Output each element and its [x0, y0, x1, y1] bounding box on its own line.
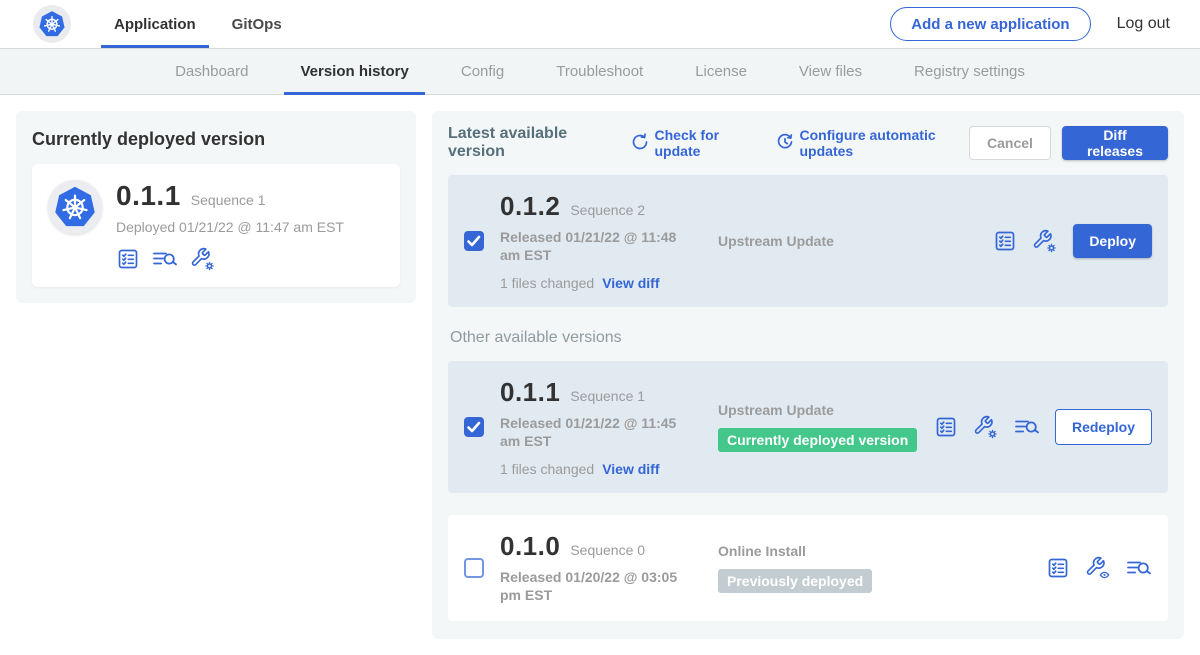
- sequence-label: Sequence 1: [570, 388, 645, 404]
- sequence-label: Sequence 2: [570, 202, 645, 218]
- deployed-version-card: 0.1.1 Sequence 1 Deployed 01/21/22 @ 11:…: [32, 164, 400, 287]
- version-number: 0.1.1: [500, 377, 560, 408]
- files-changed-label: 1 files changed: [500, 275, 594, 291]
- configure-automatic-updates-label: Configure automatic updates: [800, 127, 970, 159]
- redeploy-button[interactable]: Redeploy: [1055, 409, 1152, 445]
- edit-config-icon[interactable]: [190, 247, 216, 271]
- edit-config-icon[interactable]: [973, 415, 999, 439]
- tab-license[interactable]: License: [669, 49, 773, 94]
- tab-registry-settings-label: Registry settings: [914, 63, 1025, 80]
- version-history-page: Currently deployed version 0.1.1 Sequenc…: [0, 95, 1200, 655]
- nav-tab-application[interactable]: Application: [101, 0, 209, 48]
- add-new-application-button[interactable]: Add a new application: [890, 7, 1090, 41]
- tab-view-files[interactable]: View files: [773, 49, 888, 94]
- latest-version-header: Latest available version Check for updat…: [448, 125, 1168, 161]
- tab-version-history[interactable]: Version history: [274, 49, 434, 94]
- tab-troubleshoot-label: Troubleshoot: [556, 63, 643, 80]
- tab-config-label: Config: [461, 63, 504, 80]
- tab-dashboard-label: Dashboard: [175, 63, 248, 80]
- diff-releases-button[interactable]: Diff releases: [1062, 126, 1168, 160]
- latest-version-title: Latest available version: [448, 125, 609, 161]
- version-row-0-1-1: 0.1.1 Sequence 1 Released 01/21/22 @ 11:…: [448, 361, 1168, 493]
- view-diff-link[interactable]: View diff: [602, 275, 659, 291]
- kubernetes-logo: [33, 5, 71, 43]
- version-source-label: Online Install: [718, 543, 1046, 559]
- version-source-label: Upstream Update: [718, 402, 934, 418]
- tab-version-history-label: Version history: [300, 63, 408, 80]
- cancel-button[interactable]: Cancel: [969, 126, 1051, 160]
- version-select-checkbox[interactable]: [464, 231, 484, 251]
- tab-view-files-label: View files: [799, 63, 862, 80]
- other-versions-title: Other available versions: [450, 329, 1168, 347]
- nav-tab-application-label: Application: [114, 16, 196, 33]
- version-row-0-1-2: 0.1.2 Sequence 2 Released 01/21/22 @ 11:…: [448, 175, 1168, 307]
- sequence-label: Sequence 0: [570, 542, 645, 558]
- tab-license-label: License: [695, 63, 747, 80]
- preflight-checks-icon[interactable]: [1046, 556, 1070, 580]
- edit-config-icon[interactable]: [1032, 229, 1058, 253]
- tab-dashboard[interactable]: Dashboard: [149, 49, 274, 94]
- view-config-icon[interactable]: [1085, 556, 1111, 580]
- deploy-logs-icon[interactable]: [152, 247, 178, 271]
- released-timestamp: Released 01/21/22 @ 11:45 am EST: [500, 414, 700, 451]
- deployed-timestamp: Deployed 01/21/22 @ 11:47 am EST: [116, 219, 344, 235]
- check-for-update-label: Check for update: [655, 127, 754, 159]
- version-select-checkbox[interactable]: [464, 417, 484, 437]
- version-select-checkbox[interactable]: [464, 558, 484, 578]
- check-for-update-button[interactable]: Check for update: [631, 127, 754, 159]
- app-icon-kubernetes: [48, 180, 102, 234]
- currently-deployed-title: Currently deployed version: [32, 129, 400, 150]
- deploy-logs-icon[interactable]: [1014, 415, 1040, 439]
- tab-troubleshoot[interactable]: Troubleshoot: [530, 49, 669, 94]
- refresh-icon: [631, 133, 649, 154]
- configure-automatic-updates-button[interactable]: Configure automatic updates: [776, 127, 970, 159]
- currently-deployed-panel: Currently deployed version 0.1.1 Sequenc…: [16, 111, 416, 303]
- preflight-checks-icon[interactable]: [116, 247, 140, 271]
- deploy-logs-icon[interactable]: [1126, 556, 1152, 580]
- schedule-refresh-icon: [776, 133, 794, 154]
- preflight-checks-icon[interactable]: [993, 229, 1017, 253]
- version-number: 0.1.2: [500, 191, 560, 222]
- deploy-button[interactable]: Deploy: [1073, 224, 1152, 258]
- nav-tab-gitops-label: GitOps: [232, 16, 282, 33]
- deployed-version-number: 0.1.1: [116, 180, 181, 212]
- tab-config[interactable]: Config: [435, 49, 530, 94]
- deployed-sequence-label: Sequence 1: [191, 192, 266, 208]
- tab-registry-settings[interactable]: Registry settings: [888, 49, 1051, 94]
- version-number: 0.1.0: [500, 531, 560, 562]
- currently-deployed-badge: Currently deployed version: [718, 428, 917, 452]
- app-subnav: Dashboard Version history Config Trouble…: [0, 48, 1200, 95]
- files-changed-label: 1 files changed: [500, 461, 594, 477]
- logout-link[interactable]: Log out: [1117, 15, 1170, 33]
- released-timestamp: Released 01/20/22 @ 03:05 pm EST: [500, 568, 700, 605]
- available-versions-panel: Latest available version Check for updat…: [432, 111, 1184, 639]
- released-timestamp: Released 01/21/22 @ 11:48 am EST: [500, 228, 700, 265]
- nav-tab-gitops[interactable]: GitOps: [219, 0, 295, 48]
- previously-deployed-badge: Previously deployed: [718, 569, 872, 593]
- preflight-checks-icon[interactable]: [934, 415, 958, 439]
- top-navbar: Application GitOps Add a new application…: [0, 0, 1200, 48]
- version-source-label: Upstream Update: [718, 233, 993, 249]
- version-row-0-1-0: 0.1.0 Sequence 0 Released 01/20/22 @ 03:…: [448, 515, 1168, 621]
- view-diff-link[interactable]: View diff: [602, 461, 659, 477]
